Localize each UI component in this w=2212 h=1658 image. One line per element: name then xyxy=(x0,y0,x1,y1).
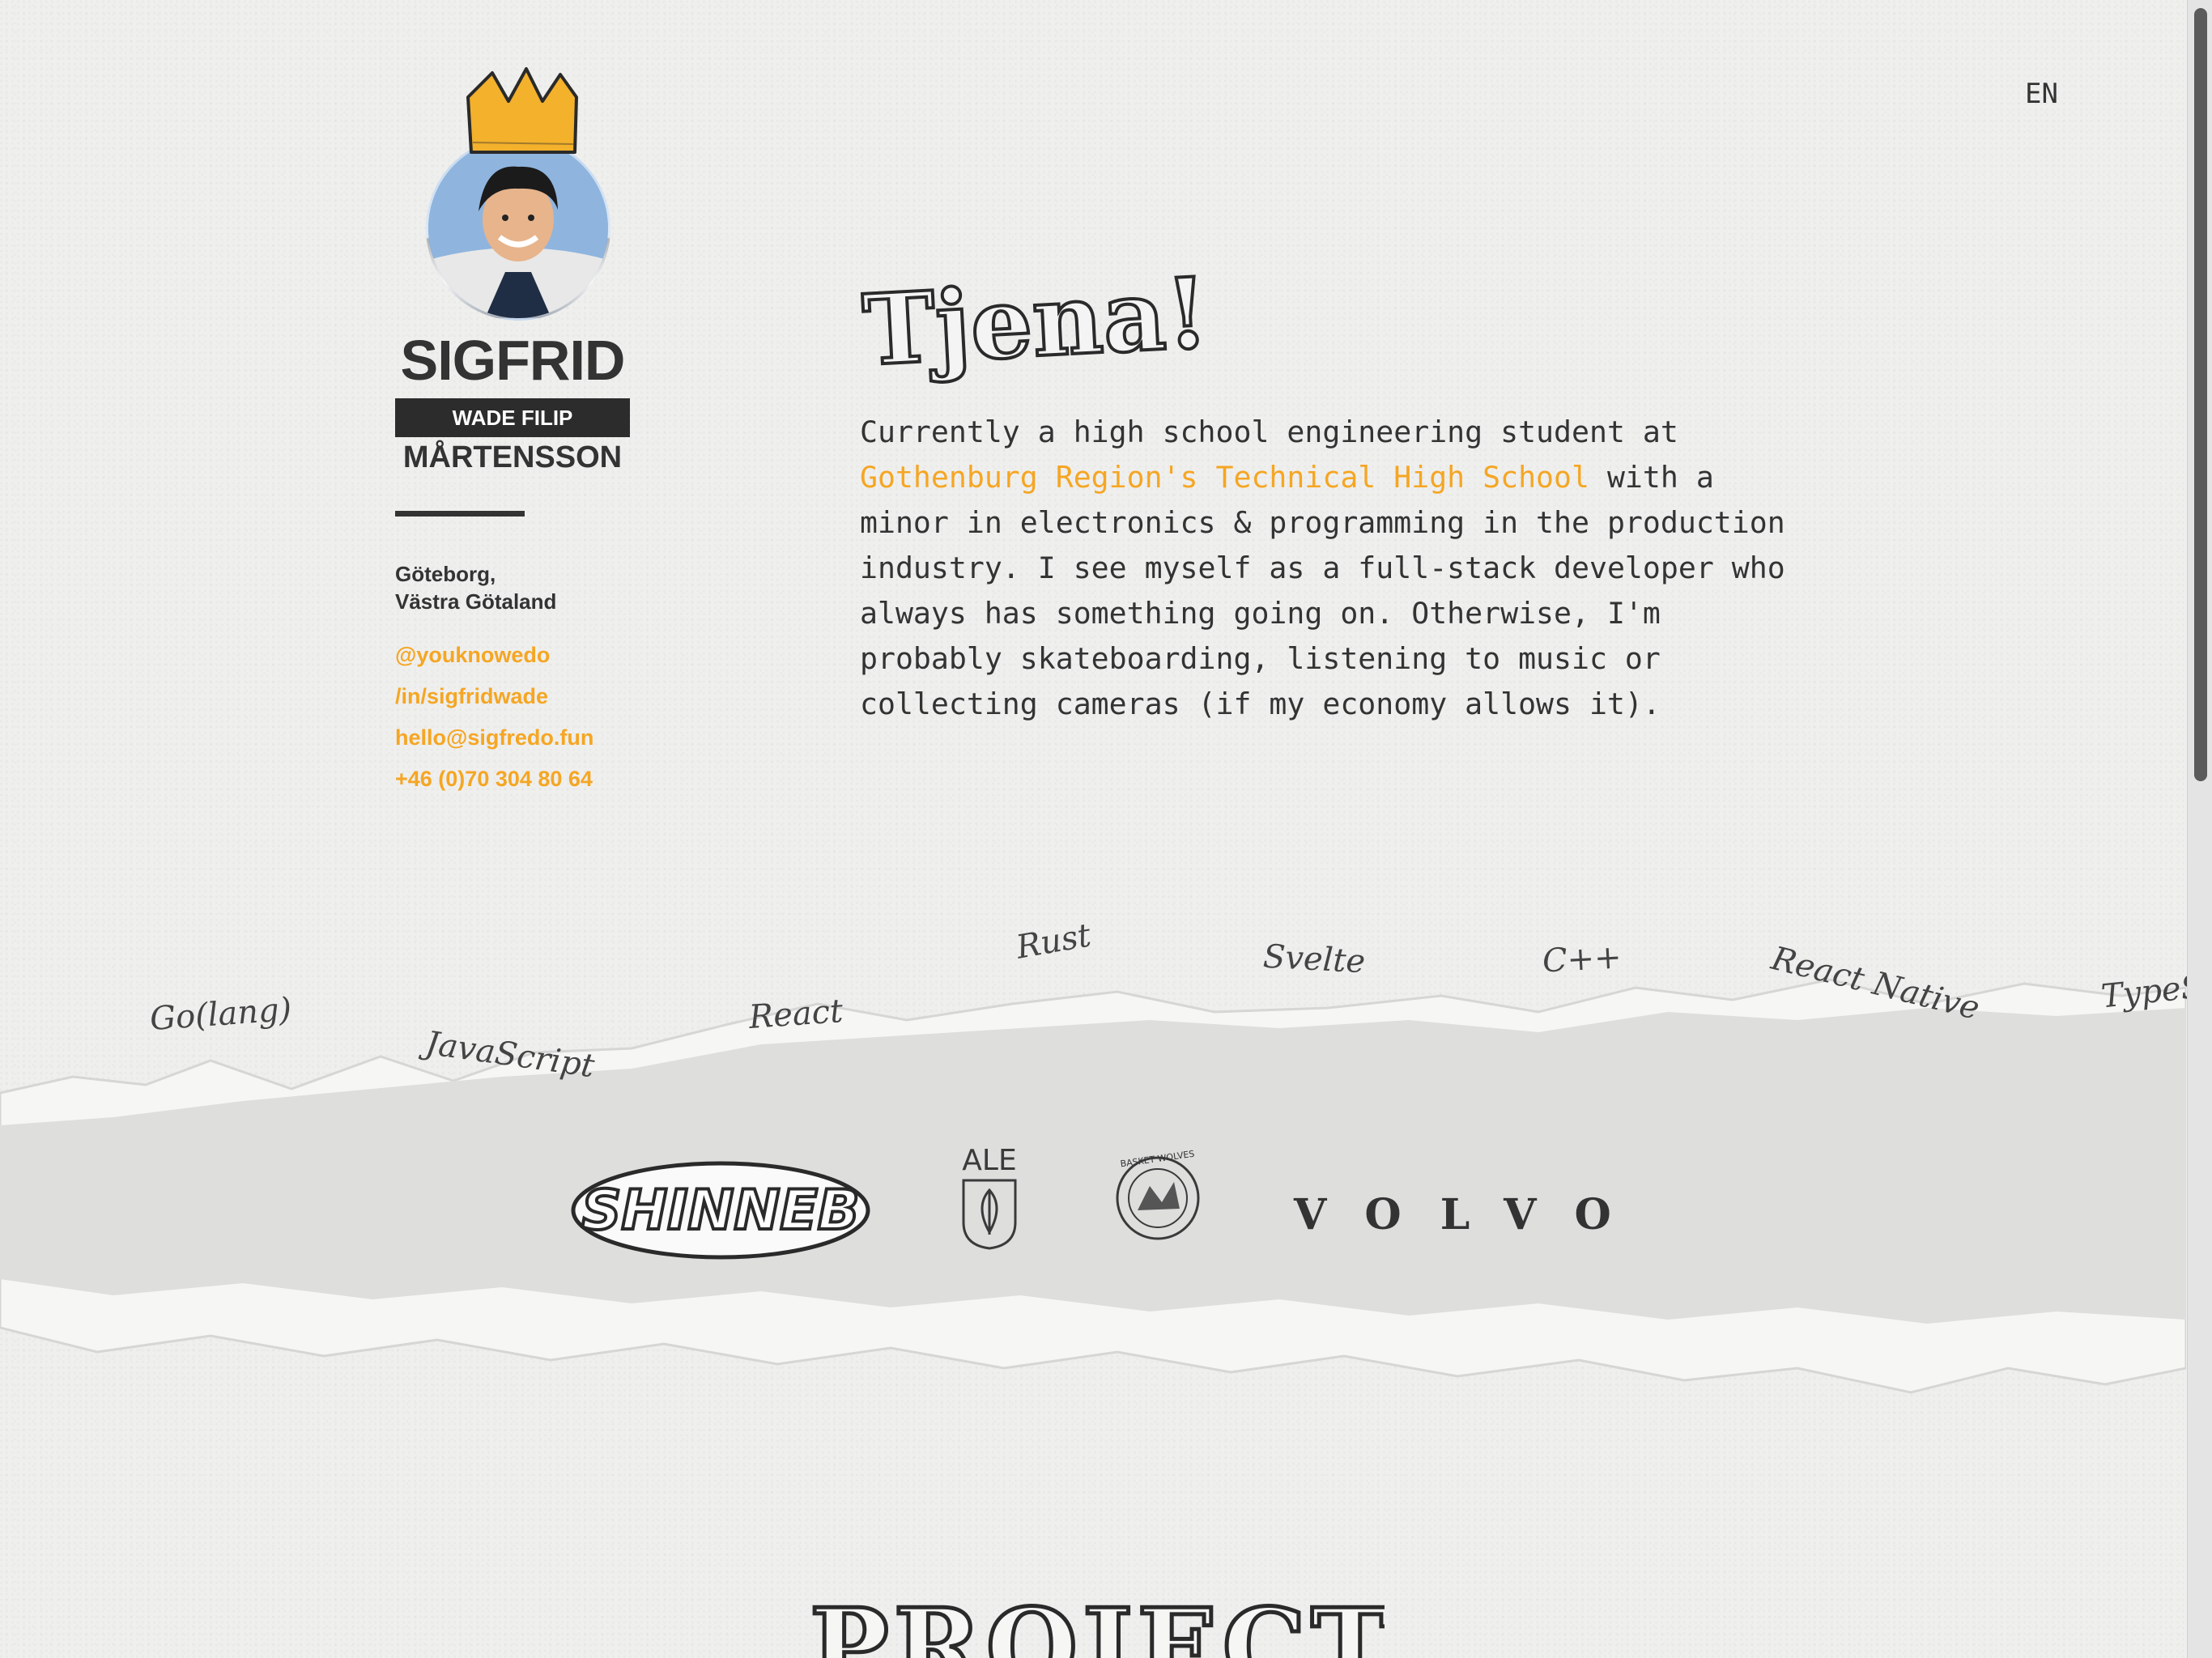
first-name: SIGFRID xyxy=(400,329,626,392)
social-handle-link[interactable]: @youknowedo xyxy=(395,635,662,676)
projects-title: PROJECTS xyxy=(810,1585,1385,1658)
location-region: Västra Götaland xyxy=(395,589,557,614)
svg-text:SHINNEB: SHINNEB xyxy=(581,1179,859,1243)
language-switch[interactable]: EN xyxy=(2025,78,2058,110)
divider xyxy=(395,511,525,517)
scrollbar[interactable] xyxy=(2187,0,2212,1658)
school-link[interactable]: Gothenburg Region's Technical High Schoo… xyxy=(860,460,1589,495)
location-city: Göteborg, xyxy=(395,562,496,586)
skills-and-clients-strip: Go(lang) JavaScript React Rust Svelte C+… xyxy=(0,915,2205,1482)
projects-heading: PROJECTS xyxy=(808,1584,1385,1658)
bio-text-start: Currently a high school engineering stud… xyxy=(860,414,1678,449)
bio-text-end: with a minor in electronics & programmin… xyxy=(860,460,1785,721)
linkedin-link[interactable]: /in/sigfridwade xyxy=(395,676,662,717)
skill-label: React xyxy=(747,993,844,1036)
middle-name-badge: WADE FILIP xyxy=(395,398,630,437)
avatar-group xyxy=(419,65,630,321)
last-name: MÅRTENSSON xyxy=(402,440,623,474)
skill-label: React Native xyxy=(1767,939,1984,1028)
skill-label: Go(lang) xyxy=(148,990,293,1039)
skill-label: C++ xyxy=(1541,938,1623,980)
greeting-text: Tjena! xyxy=(860,256,1211,388)
skill-label: Rust xyxy=(1013,916,1094,967)
phone-link[interactable]: +46 (0)70 304 80 64 xyxy=(395,759,662,800)
crown-icon xyxy=(466,67,578,154)
volvo-logo[interactable]: VOLVO xyxy=(1294,1190,1650,1239)
basket-wolves-logo[interactable]: BASKET WOLVES xyxy=(1113,1146,1202,1251)
skill-label: JavaScript xyxy=(423,1024,597,1086)
shinneb-logo[interactable]: SHINNEB xyxy=(571,1158,870,1263)
profile-sidebar: SIGFRID WADE FILIP MÅRTENSSON Göteborg, … xyxy=(395,65,662,800)
email-link[interactable]: hello@sigfredo.fun xyxy=(395,717,662,759)
intro-section: Tjena! Currently a high school engineeri… xyxy=(858,251,1807,727)
scrollbar-thumb[interactable] xyxy=(2194,8,2207,781)
ale-logo[interactable]: ALE xyxy=(957,1141,1022,1251)
greeting-heading: Tjena! xyxy=(858,254,1213,389)
svg-text:ALE: ALE xyxy=(962,1144,1016,1177)
contact-links: @youknowedo /in/sigfridwade hello@sigfre… xyxy=(395,635,662,800)
skill-label: Svelte xyxy=(1261,937,1367,981)
bio-paragraph: Currently a high school engineering stud… xyxy=(860,410,1807,727)
avatar xyxy=(426,136,610,321)
client-logos: SHINNEB ALE BASKET WOLVES VOLVO xyxy=(0,1125,2186,1287)
location: Göteborg, Västra Götaland xyxy=(395,560,662,615)
